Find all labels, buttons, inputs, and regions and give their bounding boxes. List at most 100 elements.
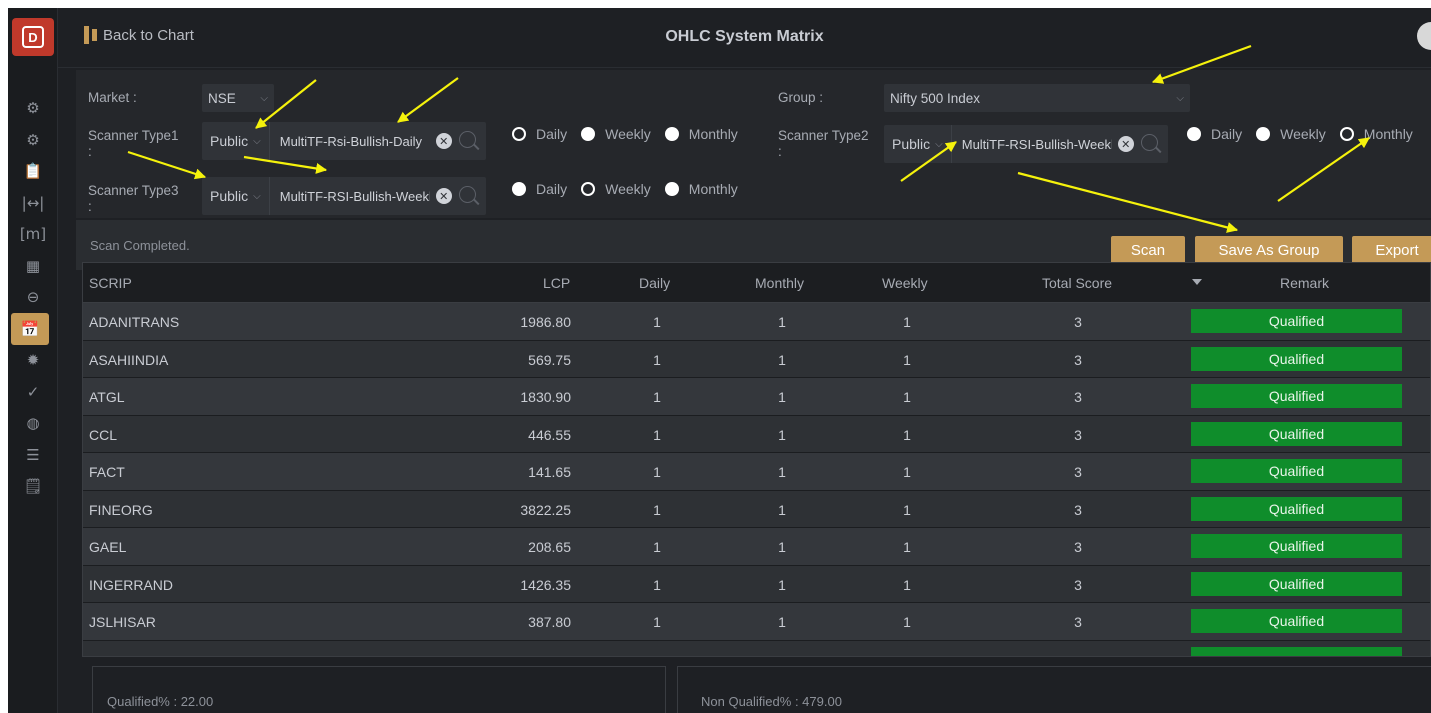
scanner2-radio-weekly[interactable]: Weekly <box>1256 126 1326 142</box>
scanner1-radio-monthly[interactable]: Monthly <box>664 126 738 142</box>
scanner2-radio-daily[interactable]: Daily <box>1187 126 1242 142</box>
scrip-cell: INGERRAND <box>89 576 174 593</box>
scrip-cell: ATGL <box>89 389 125 405</box>
scanner2-radio-monthly[interactable]: Monthly <box>1339 126 1413 142</box>
daily-cell: 1 <box>653 426 661 443</box>
lcp-cell: 1986.80 <box>520 314 571 330</box>
bulb-icon[interactable]: ✹ <box>8 344 58 376</box>
market-select[interactable]: NSE ⌵ <box>202 84 274 112</box>
range-icon[interactable]: |↔| <box>8 187 58 219</box>
side-rail: D ⚙ ⚙ 📋 |↔| [m] ▦ ⊖ 📅 ✹ ✓ ◍ ☰ 🗒 <box>8 8 58 713</box>
scrip-cell: GAEL <box>89 539 127 555</box>
settings-icon[interactable]: ⚙ <box>8 124 58 156</box>
scanner3-radio-weekly[interactable]: Weekly <box>581 181 651 197</box>
daily-cell: 1 <box>653 389 661 405</box>
scanner3-radio-daily[interactable]: Daily <box>512 181 567 197</box>
scanner1-radio-daily[interactable]: Daily <box>512 126 567 142</box>
table-row[interactable]: INGERRAND 1426.35 1 1 1 3 Qualified <box>83 565 1430 603</box>
daily-cell: 1 <box>653 314 661 330</box>
total-score-cell: 3 <box>1074 464 1082 480</box>
scrip-cell: FINEORG <box>89 501 153 518</box>
lcp-cell: 1830.90 <box>520 389 571 405</box>
clipboard-check-icon[interactable]: 🗒 <box>8 470 58 502</box>
scanner3-radio-monthly[interactable]: Monthly <box>664 181 738 197</box>
status-badge <box>1191 646 1402 656</box>
scanner3-combo: Public ⌵ MultiTF-RSI-Bullish-Weekly ✕ <box>202 177 486 215</box>
scanner1-radio-weekly[interactable]: Weekly <box>581 126 651 142</box>
scanner3-visibility-select[interactable]: Public ⌵ <box>202 177 270 215</box>
search-icon[interactable] <box>458 185 480 207</box>
filter-panel: Market : NSE ⌵ Group : Nifty 500 Index ⌵ S… <box>76 70 1431 218</box>
weekly-cell: 1 <box>903 614 911 630</box>
table-row[interactable]: ASAHIINDIA 569.75 1 1 1 3 Qualified <box>83 340 1430 378</box>
group-label: Group : <box>778 90 824 105</box>
sort-down-icon[interactable] <box>1192 279 1202 285</box>
list-icon[interactable]: ☰ <box>8 439 58 471</box>
grid-icon[interactable]: ▦ <box>8 250 58 282</box>
export-button[interactable]: Export <box>1352 236 1431 264</box>
top-bar: Back to Chart OHLC System Matrix <box>58 8 1431 68</box>
scan-button[interactable]: Scan <box>1111 236 1185 264</box>
scrip-cell: ADANITRANS <box>89 314 180 330</box>
column-header-total-score[interactable]: Total Score <box>1042 275 1112 291</box>
tick-icon[interactable]: ✓ <box>8 376 58 408</box>
clipboard-icon[interactable]: 📋 <box>8 155 58 187</box>
total-score-cell: 3 <box>1074 501 1082 518</box>
clear-icon[interactable]: ✕ <box>435 133 452 149</box>
expand-icon[interactable]: ⊖ <box>8 281 58 313</box>
status-badge: Qualified <box>1191 571 1402 596</box>
scanner2-visibility-select[interactable]: Public ⌵ <box>884 125 952 163</box>
scanner1-timeframe: Daily Weekly Monthly <box>512 126 744 142</box>
scanner2-timeframe: Daily Weekly Monthly <box>1187 126 1419 142</box>
scanner3-label: Scanner Type3: <box>88 183 179 214</box>
scanner3-input[interactable]: MultiTF-RSI-Bullish-Weekly <box>270 189 430 204</box>
column-header-weekly[interactable]: Weekly <box>882 275 928 291</box>
logo-icon: D <box>22 26 44 48</box>
bracket-m-icon[interactable]: [m] <box>8 218 58 250</box>
table-row[interactable] <box>83 640 1430 656</box>
scanner2-combo: Public ⌵ MultiTF-RSI-Bullish-Weekly ✕ <box>884 125 1168 163</box>
search-icon[interactable] <box>1140 133 1162 155</box>
scanner2-input[interactable]: MultiTF-RSI-Bullish-Weekly <box>952 137 1112 152</box>
total-score-cell: 3 <box>1074 389 1082 405</box>
clear-icon[interactable]: ✕ <box>1117 136 1134 152</box>
calendar-icon[interactable]: 📅 <box>11 312 49 345</box>
clear-icon[interactable]: ✕ <box>435 188 452 204</box>
scrip-cell: CCL <box>89 426 118 443</box>
column-header-monthly[interactable]: Monthly <box>755 275 804 291</box>
table-row[interactable]: JSLHISAR 387.80 1 1 1 3 Qualified <box>83 603 1430 641</box>
weekly-cell: 1 <box>903 314 911 330</box>
table-row[interactable]: CCL 446.55 1 1 1 3 Qualified <box>83 415 1430 453</box>
app-logo[interactable]: D <box>12 18 54 56</box>
table-row[interactable]: FINEORG 3822.25 1 1 1 3 Qualified <box>83 490 1430 528</box>
save-as-group-button[interactable]: Save As Group <box>1195 236 1343 264</box>
palette-icon[interactable]: ◍ <box>8 407 58 439</box>
weekly-cell: 1 <box>903 426 911 443</box>
column-header-lcp[interactable]: LCP <box>543 275 570 291</box>
total-score-cell: 3 <box>1074 426 1082 443</box>
table-row[interactable]: FACT 141.65 1 1 1 3 Qualified <box>83 453 1430 491</box>
settings-icon[interactable]: ⚙ <box>8 92 58 124</box>
status-badge: Qualified <box>1191 609 1402 633</box>
search-icon[interactable] <box>458 130 480 152</box>
radio-icon <box>664 182 679 196</box>
status-badge: Qualified <box>1191 496 1402 521</box>
total-score-cell: 3 <box>1074 614 1082 630</box>
column-header-daily[interactable]: Daily <box>639 275 670 291</box>
radio-icon <box>1339 127 1354 141</box>
scanner1-visibility-select[interactable]: Public ⌵ <box>202 122 270 160</box>
monthly-cell: 1 <box>778 539 786 555</box>
chevron-down-icon: ⌵ <box>253 135 261 147</box>
radio-icon <box>512 127 526 141</box>
chevron-down-icon: ⌵ <box>260 92 268 104</box>
table-row[interactable]: ADANITRANS 1986.80 1 1 1 3 Qualified <box>83 303 1430 341</box>
column-header-remark[interactable]: Remark <box>1280 275 1329 291</box>
chevron-down-icon: ⌵ <box>253 190 261 202</box>
radio-icon <box>1187 127 1201 141</box>
market-value: NSE <box>208 90 236 106</box>
table-row[interactable]: ATGL 1830.90 1 1 1 3 Qualified <box>83 378 1430 416</box>
table-row[interactable]: GAEL 208.65 1 1 1 3 Qualified <box>83 528 1430 566</box>
group-select[interactable]: Nifty 500 Index ⌵ <box>884 84 1190 112</box>
column-header-scrip[interactable]: SCRIP <box>89 275 132 291</box>
scanner1-input[interactable]: MultiTF-Rsi-Bullish-Daily <box>270 134 430 149</box>
